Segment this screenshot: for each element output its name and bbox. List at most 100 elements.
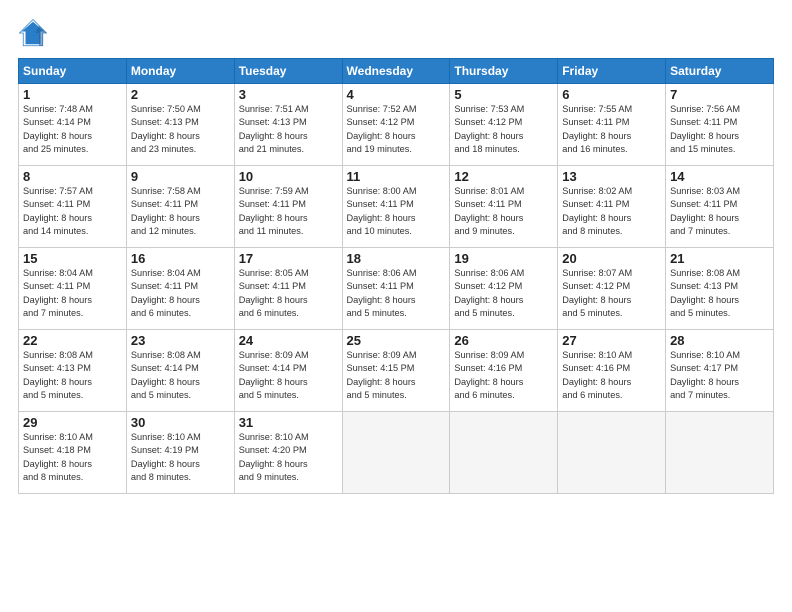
day-info: Sunrise: 8:06 AMSunset: 4:12 PMDaylight:…: [454, 267, 553, 320]
weekday-header-tuesday: Tuesday: [234, 59, 342, 84]
day-cell: [342, 412, 450, 494]
day-cell: 25Sunrise: 8:09 AMSunset: 4:15 PMDayligh…: [342, 330, 450, 412]
day-number: 15: [23, 251, 122, 266]
day-cell: 9Sunrise: 7:58 AMSunset: 4:11 PMDaylight…: [126, 166, 234, 248]
day-number: 9: [131, 169, 230, 184]
day-cell: 20Sunrise: 8:07 AMSunset: 4:12 PMDayligh…: [558, 248, 666, 330]
day-cell: 1Sunrise: 7:48 AMSunset: 4:14 PMDaylight…: [19, 84, 127, 166]
day-cell: 3Sunrise: 7:51 AMSunset: 4:13 PMDaylight…: [234, 84, 342, 166]
day-info: Sunrise: 8:05 AMSunset: 4:11 PMDaylight:…: [239, 267, 338, 320]
day-info: Sunrise: 8:04 AMSunset: 4:11 PMDaylight:…: [23, 267, 122, 320]
day-info: Sunrise: 7:55 AMSunset: 4:11 PMDaylight:…: [562, 103, 661, 156]
day-info: Sunrise: 7:52 AMSunset: 4:12 PMDaylight:…: [347, 103, 446, 156]
day-cell: 12Sunrise: 8:01 AMSunset: 4:11 PMDayligh…: [450, 166, 558, 248]
day-cell: 29Sunrise: 8:10 AMSunset: 4:18 PMDayligh…: [19, 412, 127, 494]
day-info: Sunrise: 8:08 AMSunset: 4:14 PMDaylight:…: [131, 349, 230, 402]
day-cell: 10Sunrise: 7:59 AMSunset: 4:11 PMDayligh…: [234, 166, 342, 248]
day-cell: 16Sunrise: 8:04 AMSunset: 4:11 PMDayligh…: [126, 248, 234, 330]
day-info: Sunrise: 8:10 AMSunset: 4:20 PMDaylight:…: [239, 431, 338, 484]
day-number: 17: [239, 251, 338, 266]
week-row-1: 1Sunrise: 7:48 AMSunset: 4:14 PMDaylight…: [19, 84, 774, 166]
day-cell: 17Sunrise: 8:05 AMSunset: 4:11 PMDayligh…: [234, 248, 342, 330]
weekday-header-wednesday: Wednesday: [342, 59, 450, 84]
day-info: Sunrise: 8:10 AMSunset: 4:18 PMDaylight:…: [23, 431, 122, 484]
day-cell: 21Sunrise: 8:08 AMSunset: 4:13 PMDayligh…: [666, 248, 774, 330]
day-number: 8: [23, 169, 122, 184]
day-number: 29: [23, 415, 122, 430]
day-info: Sunrise: 7:58 AMSunset: 4:11 PMDaylight:…: [131, 185, 230, 238]
day-number: 7: [670, 87, 769, 102]
day-cell: 19Sunrise: 8:06 AMSunset: 4:12 PMDayligh…: [450, 248, 558, 330]
week-row-3: 15Sunrise: 8:04 AMSunset: 4:11 PMDayligh…: [19, 248, 774, 330]
day-number: 10: [239, 169, 338, 184]
day-info: Sunrise: 8:06 AMSunset: 4:11 PMDaylight:…: [347, 267, 446, 320]
day-info: Sunrise: 7:50 AMSunset: 4:13 PMDaylight:…: [131, 103, 230, 156]
calendar-table: SundayMondayTuesdayWednesdayThursdayFrid…: [18, 58, 774, 494]
day-number: 14: [670, 169, 769, 184]
day-cell: [450, 412, 558, 494]
day-info: Sunrise: 8:09 AMSunset: 4:14 PMDaylight:…: [239, 349, 338, 402]
weekday-header-thursday: Thursday: [450, 59, 558, 84]
day-cell: 22Sunrise: 8:08 AMSunset: 4:13 PMDayligh…: [19, 330, 127, 412]
header: [18, 18, 774, 48]
day-cell: 18Sunrise: 8:06 AMSunset: 4:11 PMDayligh…: [342, 248, 450, 330]
day-number: 18: [347, 251, 446, 266]
day-number: 27: [562, 333, 661, 348]
day-cell: 27Sunrise: 8:10 AMSunset: 4:16 PMDayligh…: [558, 330, 666, 412]
day-info: Sunrise: 8:08 AMSunset: 4:13 PMDaylight:…: [670, 267, 769, 320]
day-number: 16: [131, 251, 230, 266]
day-info: Sunrise: 8:03 AMSunset: 4:11 PMDaylight:…: [670, 185, 769, 238]
day-info: Sunrise: 8:07 AMSunset: 4:12 PMDaylight:…: [562, 267, 661, 320]
weekday-header-row: SundayMondayTuesdayWednesdayThursdayFrid…: [19, 59, 774, 84]
day-number: 11: [347, 169, 446, 184]
day-info: Sunrise: 8:04 AMSunset: 4:11 PMDaylight:…: [131, 267, 230, 320]
day-number: 26: [454, 333, 553, 348]
day-cell: 24Sunrise: 8:09 AMSunset: 4:14 PMDayligh…: [234, 330, 342, 412]
day-cell: [558, 412, 666, 494]
day-info: Sunrise: 7:57 AMSunset: 4:11 PMDaylight:…: [23, 185, 122, 238]
day-number: 19: [454, 251, 553, 266]
day-number: 5: [454, 87, 553, 102]
day-number: 3: [239, 87, 338, 102]
week-row-4: 22Sunrise: 8:08 AMSunset: 4:13 PMDayligh…: [19, 330, 774, 412]
day-number: 30: [131, 415, 230, 430]
week-row-5: 29Sunrise: 8:10 AMSunset: 4:18 PMDayligh…: [19, 412, 774, 494]
day-cell: 8Sunrise: 7:57 AMSunset: 4:11 PMDaylight…: [19, 166, 127, 248]
day-info: Sunrise: 8:00 AMSunset: 4:11 PMDaylight:…: [347, 185, 446, 238]
day-info: Sunrise: 8:09 AMSunset: 4:15 PMDaylight:…: [347, 349, 446, 402]
day-number: 22: [23, 333, 122, 348]
day-cell: 28Sunrise: 8:10 AMSunset: 4:17 PMDayligh…: [666, 330, 774, 412]
day-number: 2: [131, 87, 230, 102]
day-cell: 15Sunrise: 8:04 AMSunset: 4:11 PMDayligh…: [19, 248, 127, 330]
day-info: Sunrise: 7:53 AMSunset: 4:12 PMDaylight:…: [454, 103, 553, 156]
day-number: 4: [347, 87, 446, 102]
day-number: 23: [131, 333, 230, 348]
day-number: 31: [239, 415, 338, 430]
day-info: Sunrise: 8:10 AMSunset: 4:17 PMDaylight:…: [670, 349, 769, 402]
day-cell: 7Sunrise: 7:56 AMSunset: 4:11 PMDaylight…: [666, 84, 774, 166]
day-number: 1: [23, 87, 122, 102]
day-cell: [666, 412, 774, 494]
day-number: 21: [670, 251, 769, 266]
day-number: 25: [347, 333, 446, 348]
weekday-header-friday: Friday: [558, 59, 666, 84]
day-cell: 26Sunrise: 8:09 AMSunset: 4:16 PMDayligh…: [450, 330, 558, 412]
day-cell: 23Sunrise: 8:08 AMSunset: 4:14 PMDayligh…: [126, 330, 234, 412]
day-number: 6: [562, 87, 661, 102]
day-info: Sunrise: 8:08 AMSunset: 4:13 PMDaylight:…: [23, 349, 122, 402]
day-cell: 13Sunrise: 8:02 AMSunset: 4:11 PMDayligh…: [558, 166, 666, 248]
day-cell: 31Sunrise: 8:10 AMSunset: 4:20 PMDayligh…: [234, 412, 342, 494]
day-info: Sunrise: 7:48 AMSunset: 4:14 PMDaylight:…: [23, 103, 122, 156]
day-info: Sunrise: 7:59 AMSunset: 4:11 PMDaylight:…: [239, 185, 338, 238]
day-info: Sunrise: 8:02 AMSunset: 4:11 PMDaylight:…: [562, 185, 661, 238]
day-info: Sunrise: 7:56 AMSunset: 4:11 PMDaylight:…: [670, 103, 769, 156]
day-info: Sunrise: 8:10 AMSunset: 4:19 PMDaylight:…: [131, 431, 230, 484]
day-cell: 6Sunrise: 7:55 AMSunset: 4:11 PMDaylight…: [558, 84, 666, 166]
day-number: 12: [454, 169, 553, 184]
weekday-header-monday: Monday: [126, 59, 234, 84]
weekday-header-sunday: Sunday: [19, 59, 127, 84]
day-cell: 4Sunrise: 7:52 AMSunset: 4:12 PMDaylight…: [342, 84, 450, 166]
logo-icon: [18, 18, 48, 48]
weekday-header-saturday: Saturday: [666, 59, 774, 84]
day-cell: 11Sunrise: 8:00 AMSunset: 4:11 PMDayligh…: [342, 166, 450, 248]
